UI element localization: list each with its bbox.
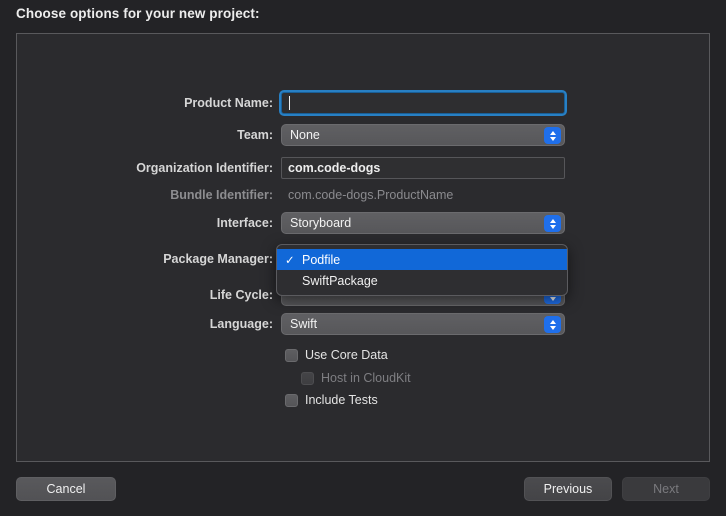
label-organization-identifier: Organization Identifier:: [136, 161, 273, 175]
team-select[interactable]: None: [281, 124, 565, 146]
label-package-manager: Package Manager:: [163, 252, 273, 266]
row-language: Language: Swift: [17, 313, 711, 335]
interface-select[interactable]: Storyboard: [281, 212, 565, 234]
checkbox-icon[interactable]: [285, 393, 298, 407]
checkbox-host-in-cloudkit: Host in CloudKit: [301, 371, 411, 385]
checkmark-icon: ✓: [285, 274, 302, 288]
checkmark-icon: ✓: [285, 254, 295, 267]
menu-item-podfile[interactable]: ✓ Podfile: [277, 249, 567, 270]
team-select-value: None: [290, 128, 320, 142]
new-project-options-dialog: Choose options for your new project: Pro…: [0, 0, 726, 516]
row-bundle-identifier: Bundle Identifier: com.code-dogs.Product…: [17, 184, 711, 206]
bundle-identifier-value: com.code-dogs.ProductName: [288, 188, 454, 202]
menu-item-label: SwiftPackage: [302, 273, 378, 288]
menu-item-swiftpackage[interactable]: ✓ SwiftPackage: [277, 270, 567, 291]
chevron-updown-icon: [544, 215, 561, 232]
checkbox-include-tests[interactable]: Include Tests: [285, 393, 378, 407]
field-interface: Storyboard: [281, 212, 711, 234]
organization-identifier-input[interactable]: [281, 157, 565, 179]
label-interface: Interface:: [216, 216, 273, 230]
checkbox-label-use-core-data: Use Core Data: [305, 348, 388, 362]
row-team: Team: None: [17, 124, 711, 146]
label-life-cycle: Life Cycle:: [209, 288, 273, 302]
checkbox-label-include-tests: Include Tests: [305, 393, 378, 407]
label-product-name: Product Name:: [184, 96, 273, 110]
field-product-name: [281, 92, 711, 114]
checkbox-icon: [301, 371, 314, 385]
checkbox-use-core-data[interactable]: Use Core Data: [285, 348, 388, 362]
package-manager-dropdown-menu[interactable]: ✓ Podfile ✓ SwiftPackage: [276, 244, 568, 296]
cancel-button[interactable]: Cancel: [16, 477, 116, 501]
checkbox-icon[interactable]: [285, 348, 298, 362]
chevron-updown-icon: [544, 127, 561, 144]
label-language: Language:: [209, 317, 273, 331]
text-caret: [289, 96, 290, 110]
field-bundle-identifier: com.code-dogs.ProductName: [281, 184, 711, 206]
row-organization-identifier: Organization Identifier:: [17, 157, 711, 179]
row-product-name: Product Name:: [17, 92, 711, 114]
interface-select-value: Storyboard: [290, 216, 352, 230]
field-organization-identifier: [281, 157, 711, 179]
row-interface: Interface: Storyboard: [17, 212, 711, 234]
product-name-input[interactable]: [281, 92, 565, 114]
label-team: Team:: [237, 128, 273, 142]
checkbox-label-host-in-cloudkit: Host in CloudKit: [321, 371, 411, 385]
language-select-value: Swift: [290, 317, 318, 331]
previous-button[interactable]: Previous: [524, 477, 612, 501]
field-language: Swift: [281, 313, 711, 335]
menu-item-label: Podfile: [302, 252, 341, 267]
field-team: None: [281, 124, 711, 146]
next-button: Next: [622, 477, 710, 501]
language-select[interactable]: Swift: [281, 313, 565, 335]
dialog-title: Choose options for your new project:: [16, 6, 260, 21]
label-bundle-identifier: Bundle Identifier:: [170, 188, 273, 202]
chevron-updown-icon: [544, 316, 561, 333]
